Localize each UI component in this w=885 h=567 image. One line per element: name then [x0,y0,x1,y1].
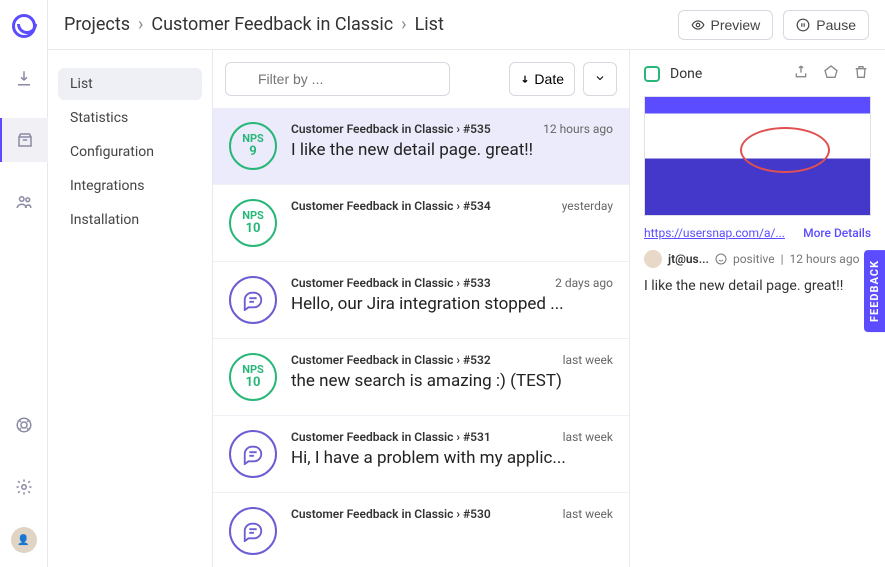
share-icon[interactable] [791,62,811,86]
eye-icon [691,18,705,32]
subnav: ListStatisticsConfigurationIntegrationsI… [48,50,213,567]
row-title: Hi, I have a problem with my applic... [291,448,613,468]
crumb-sep: › [401,14,406,35]
trash-icon[interactable] [851,62,871,86]
detail-time: 12 hours ago [790,252,860,266]
done-checkbox[interactable] [644,66,660,82]
app-logo[interactable] [12,14,36,38]
done-label: Done [670,66,702,82]
sentiment-label: positive [733,252,775,266]
detail-text: I like the new detail page. great!! [644,278,871,294]
feedback-row[interactable]: NPS9 Customer Feedback in Classic › #535 1… [213,108,629,185]
subnav-item-configuration[interactable]: Configuration [58,136,202,168]
feedback-tab[interactable]: FEEDBACK [864,250,885,332]
screenshot-thumbnail[interactable] [644,96,871,216]
filter-input[interactable] [225,62,450,96]
feedback-row[interactable]: Customer Feedback in Classic › #531 last … [213,416,629,493]
feedback-row[interactable]: Customer Feedback in Classic › #533 2 day… [213,262,629,339]
detail-panel: Done https://usersnap.com/a/... More [630,50,885,567]
feedback-row[interactable]: NPS10 Customer Feedback in Classic › #532… [213,339,629,416]
rail-download-icon[interactable] [0,56,48,100]
preview-button[interactable]: Preview [678,10,774,40]
crumb-sep: › [138,14,143,35]
row-time: 12 hours ago [543,122,613,136]
row-time: yesterday [562,199,613,213]
smile-icon [715,253,727,265]
author-email: jt@us... [668,252,709,266]
comment-badge [229,507,277,555]
row-project: Customer Feedback in Classic › #533 [291,276,491,290]
row-time: last week [563,353,613,367]
row-project: Customer Feedback in Classic › #530 [291,507,491,521]
rail-people-icon[interactable] [0,180,48,224]
nps-badge: NPS9 [229,122,277,170]
rail-gear-icon[interactable] [0,465,48,509]
feedback-list-column: Date NPS9 Customer Feedback in Classic › … [213,50,630,567]
rail-inbox-icon[interactable] [0,118,48,162]
arrow-down-icon [520,74,530,84]
chevron-down-icon [594,72,606,84]
row-title: the new search is amazing :) (TEST) [291,371,613,391]
rail-lifebuoy-icon[interactable] [0,403,48,447]
feedback-row[interactable]: NPS10 Customer Feedback in Classic › #534… [213,185,629,262]
row-time: last week [563,430,613,444]
crumb-projects[interactable]: Projects [64,14,130,35]
row-project: Customer Feedback in Classic › #535 [291,122,491,136]
topbar: Projects › Customer Feedback in Classic … [48,0,885,50]
user-avatar[interactable]: 👤 [11,527,37,553]
detail-url-link[interactable]: https://usersnap.com/a/... [644,226,785,240]
tag-icon[interactable] [821,62,841,86]
left-rail: 👤 [0,0,48,567]
pause-button[interactable]: Pause [783,10,869,40]
subnav-item-integrations[interactable]: Integrations [58,170,202,202]
row-project: Customer Feedback in Classic › #534 [291,199,491,213]
row-time: last week [563,507,613,521]
comment-badge [229,276,277,324]
author-row: jt@us... positive | 12 hours ago [644,250,871,268]
subnav-item-statistics[interactable]: Statistics [58,102,202,134]
feedback-list: NPS9 Customer Feedback in Classic › #535 1… [213,108,629,567]
row-project: Customer Feedback in Classic › #531 [291,430,491,444]
pause-icon [796,18,810,32]
date-sort-button[interactable]: Date [509,62,575,96]
sort-options-button[interactable] [583,62,617,96]
crumb-view[interactable]: List [415,14,444,35]
author-avatar [644,250,662,268]
more-details-link[interactable]: More Details [803,226,871,240]
row-title: I like the new detail page. great!! [291,140,613,160]
subnav-item-list[interactable]: List [58,68,202,100]
nps-badge: NPS10 [229,353,277,401]
crumb-project-name[interactable]: Customer Feedback in Classic [151,14,393,35]
row-title: Hello, our Jira integration stopped ... [291,294,613,314]
subnav-item-installation[interactable]: Installation [58,204,202,236]
comment-badge [229,430,277,478]
nps-badge: NPS10 [229,199,277,247]
breadcrumb: Projects › Customer Feedback in Classic … [64,14,444,35]
feedback-row[interactable]: Customer Feedback in Classic › #530 last … [213,493,629,567]
row-time: 2 days ago [555,276,613,290]
filter-bar: Date [213,50,629,108]
row-project: Customer Feedback in Classic › #532 [291,353,491,367]
